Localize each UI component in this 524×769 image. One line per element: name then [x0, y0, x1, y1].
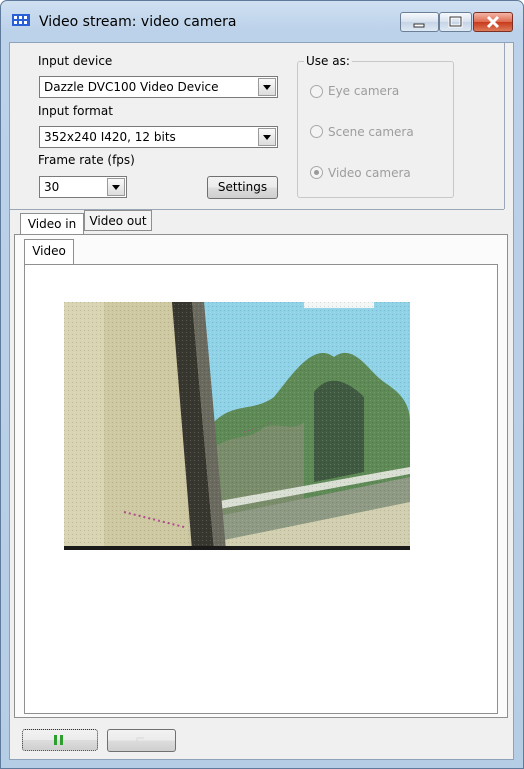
settings-button[interactable]: Settings: [207, 176, 278, 199]
maximize-icon: [448, 15, 463, 28]
video-frame: [64, 302, 410, 550]
tab-video[interactable]: Video: [24, 239, 74, 264]
window-title: Video stream: video camera: [39, 14, 237, 30]
minimize-icon: [413, 23, 425, 28]
stop-icon: [136, 737, 144, 744]
input-format-select[interactable]: 352x240 I420, 12 bits: [39, 126, 278, 148]
input-format-value: 352x240 I420, 12 bits: [44, 130, 176, 144]
eye-camera-radio[interactable]: [310, 85, 323, 98]
minimize-button[interactable]: [400, 12, 439, 32]
frame-rate-select[interactable]: 30: [39, 176, 127, 198]
close-button[interactable]: [473, 12, 513, 32]
eye-camera-label: Eye camera: [328, 84, 400, 98]
chevron-down-icon[interactable]: [107, 178, 125, 196]
chevron-down-icon[interactable]: [258, 78, 276, 96]
video-camera-radio[interactable]: [310, 166, 323, 179]
input-device-value: Dazzle DVC100 Video Device: [44, 80, 219, 94]
close-icon: [486, 15, 500, 29]
use-as-title: Use as:: [304, 54, 352, 68]
tab-video-in[interactable]: Video in: [20, 213, 84, 235]
title-bar[interactable]: Video stream: video camera: [1, 1, 523, 43]
stop-button[interactable]: [107, 729, 176, 752]
use-as-group: Use as: Eye camera Scene camera Video ca…: [297, 54, 454, 198]
frame-rate-label: Frame rate (fps): [38, 153, 135, 167]
camera-grid-icon: [12, 14, 30, 26]
pause-button[interactable]: [22, 729, 98, 751]
separator-vertical: [504, 43, 505, 209]
maximize-button[interactable]: [439, 12, 472, 32]
frame-rate-value: 30: [44, 180, 60, 194]
tab-video-out[interactable]: Video out: [84, 210, 152, 231]
input-device-select[interactable]: Dazzle DVC100 Video Device: [39, 76, 278, 98]
input-device-label: Input device: [38, 54, 113, 68]
chevron-down-icon[interactable]: [258, 128, 276, 146]
scene-camera-label: Scene camera: [328, 125, 414, 139]
video-camera-label: Video camera: [328, 166, 411, 180]
pause-icon: [54, 735, 63, 745]
input-format-label: Input format: [38, 104, 113, 118]
scene-camera-radio[interactable]: [310, 125, 323, 138]
